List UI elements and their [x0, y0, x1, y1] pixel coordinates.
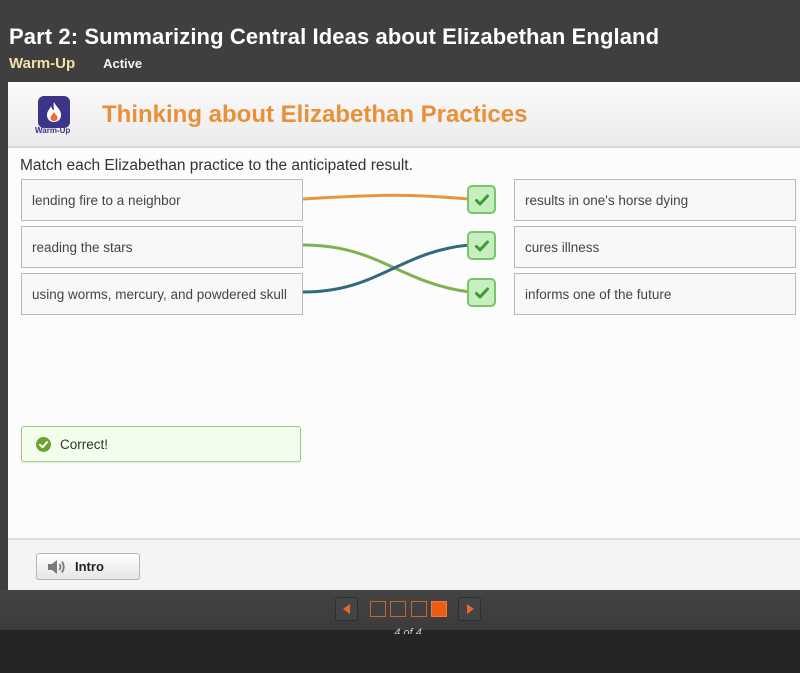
practice-item[interactable]: reading the stars — [21, 226, 303, 268]
result-item[interactable]: informs one of the future — [514, 273, 796, 315]
match-target-2[interactable] — [467, 278, 496, 307]
result-item[interactable]: cures illness — [514, 226, 796, 268]
result-item[interactable]: results in one's horse dying — [514, 179, 796, 221]
result-label: informs one of the future — [525, 286, 672, 302]
practice-item[interactable]: lending fire to a neighbor — [21, 179, 303, 221]
speaker-icon — [48, 559, 65, 574]
next-page-button[interactable] — [458, 597, 481, 621]
page-count: 4 of 4 — [394, 627, 422, 634]
activity-title: Thinking about Elizabethan Practices — [102, 101, 528, 128]
stage-footer: Intro — [8, 538, 800, 590]
page-title: Part 2: Summarizing Central Ideas about … — [9, 24, 660, 49]
practice-label: using worms, mercury, and powdered skull — [32, 286, 287, 302]
feedback-banner: Correct! — [21, 426, 301, 462]
section-label: Warm-Up — [9, 55, 76, 72]
feedback-text: Correct! — [60, 436, 109, 452]
arrow-left-icon — [342, 604, 350, 614]
match-line-2 — [302, 243, 470, 294]
page-indicator-3[interactable] — [411, 601, 427, 617]
page-indicator-1[interactable] — [370, 601, 386, 617]
bottom-bar — [0, 630, 800, 673]
status-label: Active — [103, 56, 143, 71]
checkmark-icon — [474, 194, 489, 205]
warmup-logo — [38, 96, 70, 128]
result-label: results in one's horse dying — [525, 192, 689, 208]
checkmark-icon — [474, 240, 489, 251]
practice-label: reading the stars — [32, 239, 133, 255]
result-label: cures illness — [525, 239, 600, 255]
checkmark-icon — [474, 287, 489, 298]
instruction-text: Match each Elizabethan practice to the a… — [20, 157, 413, 174]
page-indicator-2[interactable] — [390, 601, 406, 617]
header-subrow: Warm-Up Active — [9, 55, 142, 72]
check-circle-icon — [36, 436, 51, 452]
match-line-1 — [302, 243, 470, 294]
stage-header: Warm-Up Thinking about Elizabethan Pract… — [8, 82, 800, 148]
logo-caption: Warm-Up — [35, 126, 71, 135]
flame-icon — [47, 102, 61, 122]
page-indicator-4[interactable] — [431, 601, 447, 617]
intro-label: Intro — [75, 559, 104, 574]
arrow-right-icon — [466, 604, 474, 614]
practice-label: lending fire to a neighbor — [32, 192, 181, 208]
match-target-0[interactable] — [467, 185, 496, 214]
practice-item[interactable]: using worms, mercury, and powdered skull — [21, 273, 303, 315]
page-navigation — [0, 590, 800, 630]
match-target-1[interactable] — [467, 231, 496, 260]
activity-stage: Warm-Up Thinking about Elizabethan Pract… — [8, 82, 800, 590]
match-line-0 — [302, 193, 470, 201]
intro-audio-button[interactable]: Intro — [36, 553, 140, 580]
previous-page-button[interactable] — [335, 597, 358, 621]
